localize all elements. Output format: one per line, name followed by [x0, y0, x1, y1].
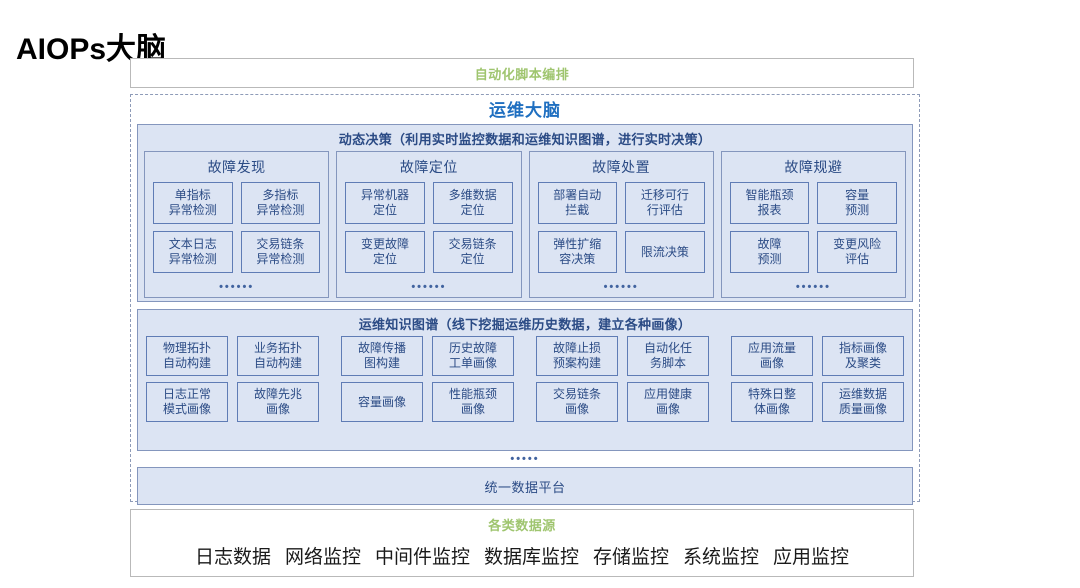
kg-group: 故障止损 预案构建 自动化任 务脚本: [536, 336, 709, 376]
decision-column-fault-handling: 故障处置 部署自动 拦截 迁移可行 行评估 弹性扩缩 容决策 限流决策 ••••…: [528, 151, 714, 298]
decision-column-fault-localization: 故障定位 异常机器 定位 多维数据 定位 变更故障 定位 交易链条 定位 •••…: [336, 151, 522, 298]
capability-cell[interactable]: 多维数据 定位: [432, 182, 513, 224]
kg-cell[interactable]: 应用流量 画像: [731, 336, 813, 376]
kg-cell[interactable]: 指标画像 及聚类: [822, 336, 904, 376]
knowledge-graph-row-2: 日志正常 模式画像 故障先兆 画像 容量画像 性能瓶颈 画像 交易链条 画像 应…: [138, 382, 912, 422]
kg-cell[interactable]: 故障先兆 画像: [237, 382, 319, 422]
aiops-architecture-diagram: 自动化脚本编排 运维大脑 动态决策（利用实时监控数据和运维知识图谱，进行实时决策…: [130, 58, 920, 580]
ellipsis-dots: ••••••: [603, 281, 639, 293]
data-source-item[interactable]: 中间件监控: [375, 542, 470, 569]
column-title: 故障处置: [592, 159, 651, 175]
kg-cell[interactable]: 故障传播 图构建: [341, 336, 423, 376]
kg-cell[interactable]: 运维数据 质量画像: [822, 382, 904, 422]
column-title: 故障发现: [207, 159, 266, 175]
capability-cell[interactable]: 单指标 异常检测: [153, 182, 233, 224]
dynamic-decision-panel: 动态决策（利用实时监控数据和运维知识图谱，进行实时决策） 故障发现 单指标 异常…: [137, 124, 913, 302]
kg-cell[interactable]: 故障止损 预案构建: [536, 336, 618, 376]
ops-brain-container: 运维大脑 动态决策（利用实时监控数据和运维知识图谱，进行实时决策） 故障发现 单…: [130, 94, 920, 505]
capability-cell[interactable]: 多指标 异常检测: [240, 182, 321, 224]
decision-columns: 故障发现 单指标 异常检测 多指标 异常检测 文本日志 异常检测 交易链条 异常…: [138, 151, 912, 304]
decision-column-fault-avoidance: 故障规避 智能瓶颈 报表 容量 预测 故障 预测 变更风险 评估 ••••••: [720, 151, 906, 298]
automation-band-label: 自动化脚本编排: [474, 66, 570, 82]
knowledge-graph-row-1: 物理拓扑 自动构建 业务拓扑 自动构建 故障传播 图构建 历史故障 工单画像 故…: [138, 336, 912, 376]
kg-cell[interactable]: 应用健康 画像: [627, 382, 709, 422]
cell-grid: 单指标 异常检测 多指标 异常检测 文本日志 异常检测 交易链条 异常检测: [145, 182, 328, 273]
data-source-item[interactable]: 日志数据: [195, 542, 271, 569]
kg-cell[interactable]: 特殊日整 体画像: [731, 382, 813, 422]
kg-group: 交易链条 画像 应用健康 画像: [536, 382, 709, 422]
ellipsis-dots: ••••••: [411, 281, 447, 293]
automation-script-orchestration-band: 自动化脚本编排: [130, 58, 914, 88]
kg-cell[interactable]: 业务拓扑 自动构建: [237, 336, 319, 376]
dynamic-decision-header: 动态决策（利用实时监控数据和运维知识图谱，进行实时决策）: [338, 132, 712, 147]
capability-cell[interactable]: 变更风险 评估: [817, 231, 897, 273]
data-source-item[interactable]: 系统监控: [683, 542, 759, 569]
cell-grid: 智能瓶颈 报表 容量 预测 故障 预测 变更风险 评估: [722, 182, 905, 273]
ops-brain-title: 运维大脑: [489, 101, 561, 120]
kg-cell[interactable]: 容量画像: [341, 382, 423, 422]
ellipsis-dots-middle: •••••: [510, 453, 540, 465]
data-sources-list: 日志数据 网络监控 中间件监控 数据库监控 存储监控 系统监控 应用监控: [131, 542, 913, 569]
kg-group: 物理拓扑 自动构建 业务拓扑 自动构建: [146, 336, 319, 376]
data-source-item[interactable]: 存储监控: [593, 542, 669, 569]
kg-cell[interactable]: 日志正常 模式画像: [146, 382, 228, 422]
data-source-item[interactable]: 数据库监控: [484, 542, 579, 569]
knowledge-graph-header: 运维知识图谱（线下挖掘运维历史数据，建立各种画像）: [358, 317, 692, 332]
capability-cell[interactable]: 容量 预测: [817, 182, 897, 224]
kg-cell[interactable]: 性能瓶颈 画像: [432, 382, 514, 422]
capability-cell[interactable]: 迁移可行 行评估: [625, 182, 705, 224]
kg-cell[interactable]: 交易链条 画像: [536, 382, 618, 422]
column-title: 故障规避: [784, 159, 843, 175]
kg-group: 应用流量 画像 指标画像 及聚类: [731, 336, 904, 376]
unified-data-platform-panel: 统一数据平台: [137, 467, 913, 505]
capability-cell[interactable]: 文本日志 异常检测: [153, 231, 233, 273]
kg-group: 故障传播 图构建 历史故障 工单画像: [341, 336, 514, 376]
decision-column-fault-discovery: 故障发现 单指标 异常检测 多指标 异常检测 文本日志 异常检测 交易链条 异常…: [144, 151, 330, 298]
kg-cell[interactable]: 物理拓扑 自动构建: [146, 336, 228, 376]
capability-cell[interactable]: 部署自动 拦截: [537, 182, 618, 224]
data-source-item[interactable]: 应用监控: [773, 542, 849, 569]
cell-grid: 异常机器 定位 多维数据 定位 变更故障 定位 交易链条 定位: [337, 182, 520, 273]
data-sources-box: 各类数据源 日志数据 网络监控 中间件监控 数据库监控 存储监控 系统监控 应用…: [130, 509, 914, 577]
ellipsis-dots: ••••••: [795, 281, 831, 293]
ops-knowledge-graph-panel: 运维知识图谱（线下挖掘运维历史数据，建立各种画像） 物理拓扑 自动构建 业务拓扑…: [137, 309, 913, 451]
capability-cell[interactable]: 限流决策: [625, 231, 705, 273]
column-title: 故障定位: [399, 159, 458, 175]
data-sources-title: 各类数据源: [488, 518, 556, 533]
ellipsis-dots: ••••••: [219, 281, 255, 293]
data-source-item[interactable]: 网络监控: [285, 542, 361, 569]
capability-cell[interactable]: 弹性扩缩 容决策: [537, 231, 618, 273]
kg-cell[interactable]: 历史故障 工单画像: [432, 336, 514, 376]
unified-data-platform-label: 统一数据平台: [484, 479, 566, 495]
capability-cell[interactable]: 异常机器 定位: [345, 182, 425, 224]
capability-cell[interactable]: 交易链条 异常检测: [240, 231, 321, 273]
cell-grid: 部署自动 拦截 迁移可行 行评估 弹性扩缩 容决策 限流决策: [530, 182, 713, 273]
kg-group: 特殊日整 体画像 运维数据 质量画像: [731, 382, 904, 422]
kg-group: 日志正常 模式画像 故障先兆 画像: [146, 382, 319, 422]
capability-cell[interactable]: 故障 预测: [729, 231, 810, 273]
capability-cell[interactable]: 交易链条 定位: [432, 231, 513, 273]
capability-cell[interactable]: 智能瓶颈 报表: [729, 182, 810, 224]
kg-group: 容量画像 性能瓶颈 画像: [341, 382, 514, 422]
kg-cell[interactable]: 自动化任 务脚本: [627, 336, 709, 376]
capability-cell[interactable]: 变更故障 定位: [345, 231, 425, 273]
